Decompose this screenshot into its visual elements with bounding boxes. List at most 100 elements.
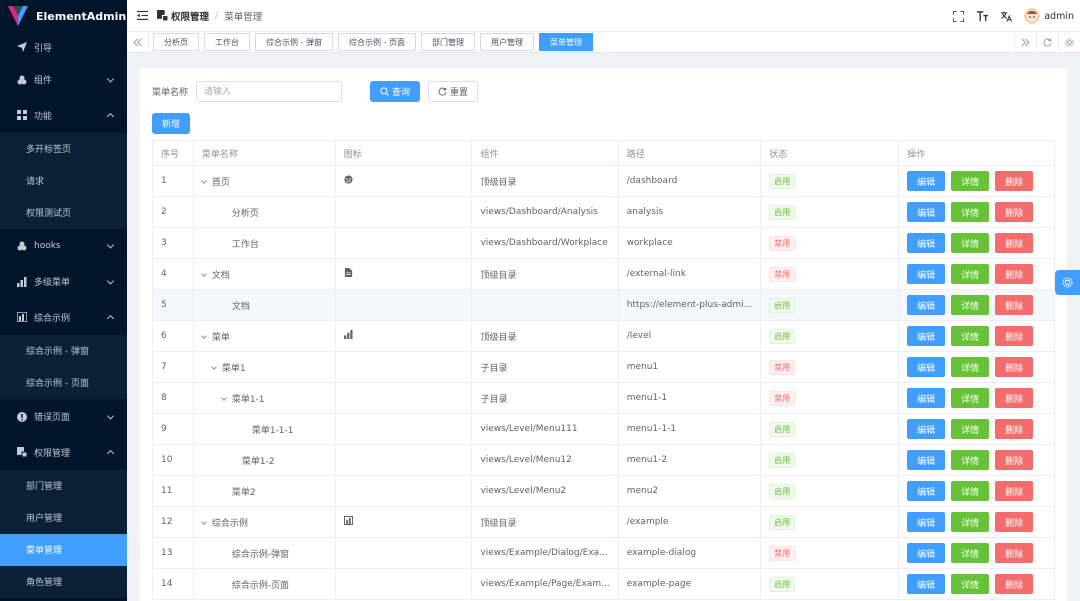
detail-button[interactable]: 详情 [951,202,990,222]
cell-name: 菜单1-2 [193,444,336,476]
detail-button[interactable]: 详情 [951,264,990,284]
expand-icon[interactable] [210,363,217,370]
expand-icon[interactable] [200,270,207,277]
tags-scroll-left-button[interactable] [127,31,149,53]
edit-button[interactable]: 编辑 [907,233,946,253]
collapse-button[interactable] [127,10,157,21]
refresh-icon [438,87,447,96]
language-button[interactable] [994,0,1018,32]
edit-button[interactable]: 编辑 [907,264,946,284]
sidebar-item-permission-test[interactable]: 权限测试页 [0,197,127,229]
cell-path: menu1 [618,351,762,383]
add-button[interactable]: 新增 [152,113,191,134]
delete-button[interactable]: 删除 [995,450,1034,470]
username[interactable]: admin [1044,11,1074,22]
edit-button[interactable]: 编辑 [907,295,946,315]
edit-button[interactable]: 编辑 [907,202,946,222]
status-badge: 启用 [769,328,796,344]
delete-button[interactable]: 删除 [995,171,1034,191]
cell-component [471,289,619,321]
detail-button[interactable]: 详情 [951,543,990,563]
sidebar-item-request[interactable]: 请求 [0,165,127,197]
sidebar-item-example-dialog[interactable]: 综合示例 - 弹窗 [0,335,127,367]
reset-button[interactable]: 重置 [428,81,479,102]
edit-button[interactable]: 编辑 [907,357,946,377]
tag-example-dialog[interactable]: 综合示例 - 弹窗 [255,33,333,51]
tags-settings-button[interactable] [1058,32,1080,53]
sidebar-item-multi-tabs[interactable]: 多开标签页 [0,133,127,165]
tag-users[interactable]: 用户管理 [479,33,534,51]
detail-button[interactable]: 详情 [951,357,990,377]
edit-button[interactable]: 编辑 [907,171,946,191]
tag-dept[interactable]: 部门管理 [420,33,475,51]
tag-example-page[interactable]: 综合示例 - 页面 [337,33,416,51]
tag-menus[interactable]: 菜单管理 [538,33,593,51]
refresh-button[interactable] [1036,32,1058,53]
tag-analysis[interactable]: 分析页 [153,33,199,51]
edit-button[interactable]: 编辑 [907,512,946,532]
delete-button[interactable]: 删除 [995,357,1034,377]
delete-button[interactable]: 删除 [995,574,1034,594]
avatar[interactable] [1024,8,1041,24]
detail-button[interactable]: 详情 [951,450,990,470]
detail-button[interactable]: 详情 [951,388,990,408]
cell-status: 禁用 [760,351,900,383]
detail-button[interactable]: 详情 [951,574,990,594]
edit-button[interactable]: 编辑 [907,543,946,563]
menu-name-input[interactable] [196,81,343,102]
edit-button[interactable]: 编辑 [907,388,946,408]
query-button[interactable]: 查询 [370,81,421,102]
settings-float-button[interactable] [1055,270,1080,295]
expand-icon[interactable] [200,518,207,525]
delete-button[interactable]: 删除 [995,388,1034,408]
sidebar-item-permission[interactable]: 权限管理 [0,434,127,469]
delete-button[interactable]: 删除 [995,512,1034,532]
expand-icon[interactable] [200,177,207,184]
cell-status: 启用 [760,320,900,352]
edit-button[interactable]: 编辑 [907,326,946,346]
delete-button[interactable]: 删除 [995,233,1034,253]
font-size-button[interactable] [970,0,994,32]
delete-button[interactable]: 删除 [995,295,1034,315]
delete-button[interactable]: 删除 [995,264,1034,284]
app-logo[interactable]: ElementAdmin [0,0,127,32]
edit-button[interactable]: 编辑 [907,481,946,501]
expand-icon[interactable] [220,394,227,401]
cell-status: 禁用 [760,227,900,259]
edit-button[interactable]: 编辑 [907,419,946,439]
chevron-down-icon [106,277,115,285]
delete-button[interactable]: 删除 [995,326,1034,346]
sidebar-item-multilevel[interactable]: 多级菜单 [0,264,127,299]
sidebar-item-dept[interactable]: 部门管理 [0,470,127,502]
detail-button[interactable]: 详情 [951,171,990,191]
sidebar-item-roles[interactable]: 角色管理 [0,566,127,598]
edit-button[interactable]: 编辑 [907,450,946,470]
sidebar-item-error-pages[interactable]: 错误页面 [0,399,127,434]
sidebar-item-features[interactable]: 功能 [0,97,127,132]
detail-button[interactable]: 详情 [951,419,990,439]
sidebar-item-hooks[interactable]: hooks [0,229,127,264]
delete-button[interactable]: 删除 [995,202,1034,222]
detail-button[interactable]: 详情 [951,326,990,346]
delete-button[interactable]: 删除 [995,543,1034,563]
tags-scroll-right-button[interactable] [1014,32,1036,53]
detail-button[interactable]: 详情 [951,512,990,532]
cell-name: 菜单1-1 [193,382,336,414]
sidebar-item-examples[interactable]: 综合示例 [0,300,127,335]
edit-button[interactable]: 编辑 [907,574,946,594]
sidebar-item-menus[interactable]: 菜单管理 [0,533,127,566]
detail-button[interactable]: 详情 [951,295,990,315]
detail-button[interactable]: 详情 [951,233,990,253]
fullscreen-button[interactable] [946,0,970,32]
delete-button[interactable]: 删除 [995,419,1034,439]
tag-workplace[interactable]: 工作台 [204,33,250,51]
delete-button[interactable]: 删除 [995,481,1034,501]
sidebar-item-example-page[interactable]: 综合示例 - 页面 [0,367,127,399]
expand-icon[interactable] [200,332,207,339]
sidebar-item-guide[interactable]: 引导 [0,32,127,62]
detail-button[interactable]: 详情 [951,481,990,501]
sidebar-item-components[interactable]: 组件 [0,62,127,97]
menu-name: 菜单1-2 [241,456,275,467]
sidebar-item-users[interactable]: 用户管理 [0,502,127,534]
breadcrumb-parent[interactable]: 权限管理 [171,9,209,23]
